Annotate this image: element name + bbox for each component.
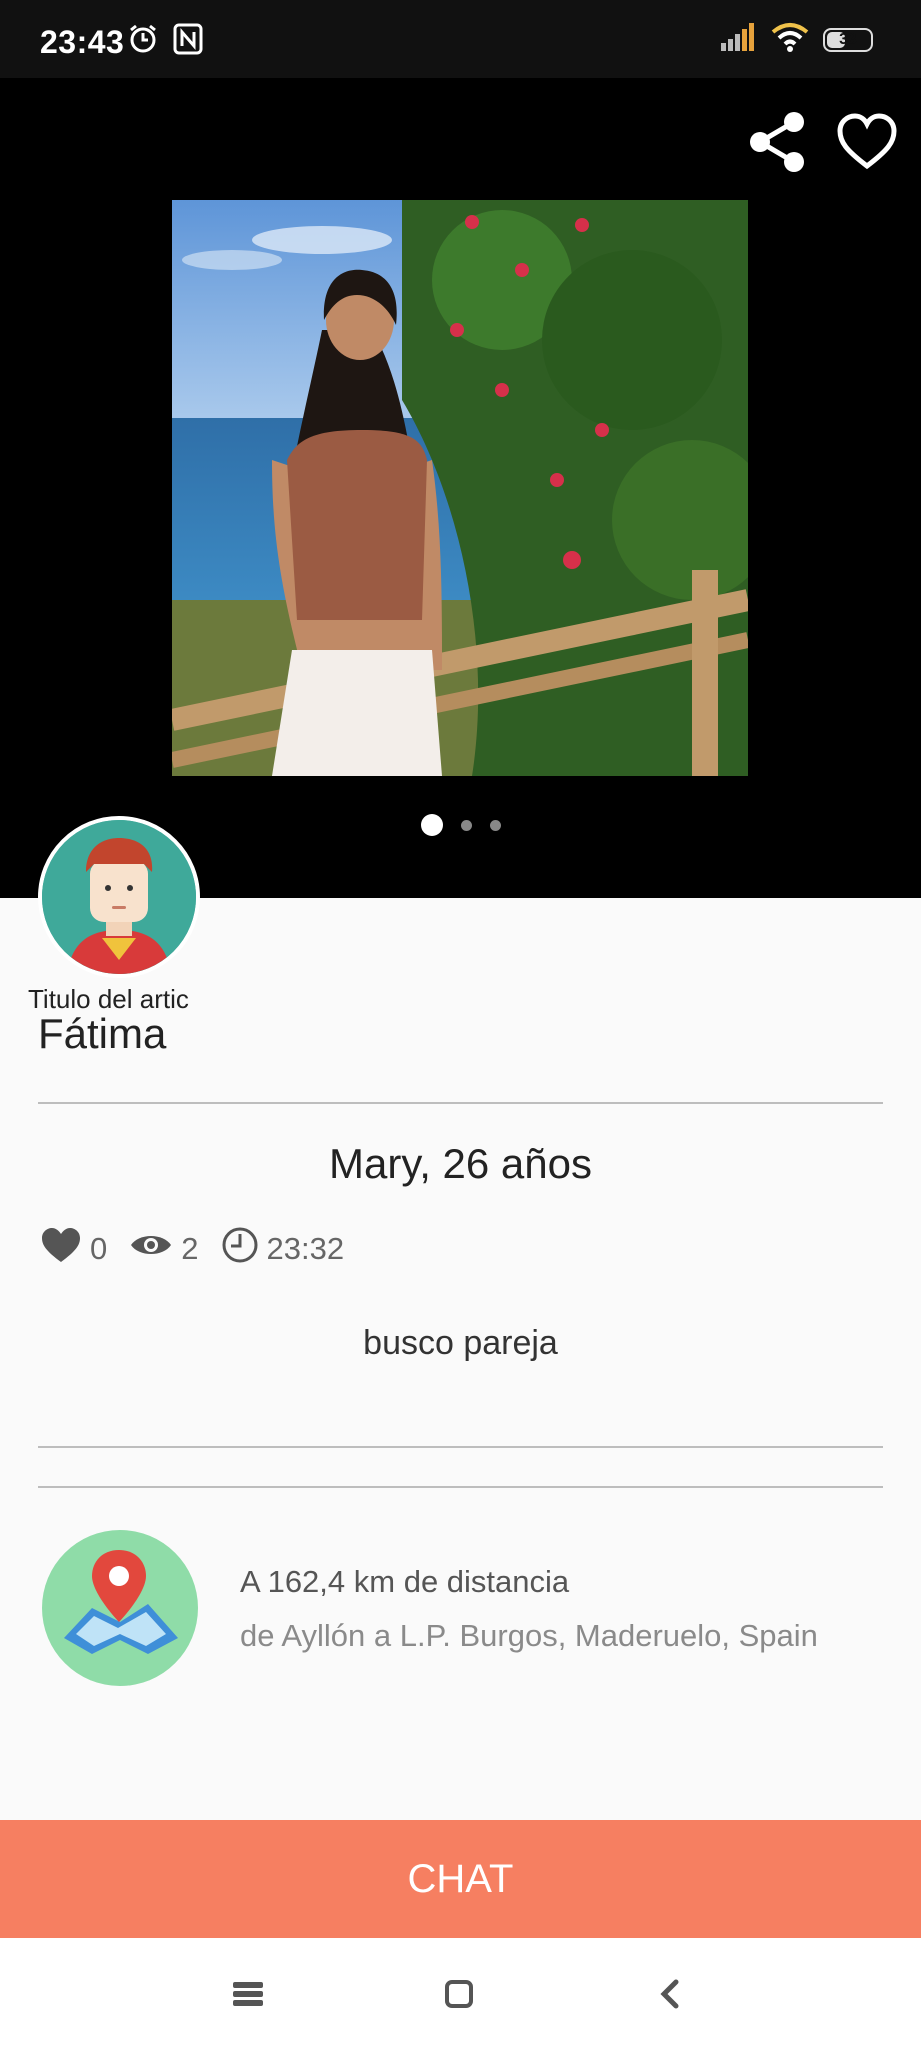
likes-count: 0	[90, 1231, 108, 1266]
battery-level: 33	[839, 30, 857, 48]
signal-icon	[721, 23, 757, 56]
home-icon[interactable]	[437, 1972, 481, 2016]
menu-icon[interactable]	[226, 1972, 270, 2016]
status-time: 23:43	[40, 24, 125, 60]
heart-icon	[40, 1226, 90, 1272]
divider	[38, 1102, 883, 1104]
post-description: busco pareja	[363, 1324, 558, 1362]
map-icon[interactable]	[42, 1530, 198, 1686]
alarm-icon	[126, 22, 160, 61]
likes-stat: 0	[40, 1226, 107, 1272]
back-icon[interactable]	[648, 1972, 692, 2016]
distance-text: A 162,4 km de distancia	[240, 1564, 570, 1599]
gallery-dot-2[interactable]	[460, 819, 472, 831]
gallery-dot-1[interactable]	[420, 814, 443, 836]
views-count: 2	[181, 1231, 199, 1266]
eye-icon	[129, 1230, 181, 1268]
gallery-dot-3[interactable]	[489, 819, 501, 831]
share-icon[interactable]	[748, 110, 808, 174]
location-text: de Ayllón a L.P. Burgos, Maderuelo, Spai…	[240, 1618, 818, 1653]
status-bar: 23:43 33	[0, 0, 921, 78]
post-time: 23:32	[266, 1231, 345, 1266]
battery-icon: 33	[823, 27, 873, 52]
chat-button[interactable]: CHAT	[0, 1820, 921, 1938]
views-stat: 2	[129, 1230, 199, 1268]
post-stats: 0 2 23:32	[40, 1226, 366, 1272]
user-name[interactable]: Fátima	[38, 1010, 166, 1058]
nfc-icon	[172, 22, 204, 61]
heart-outline-icon[interactable]	[836, 112, 898, 172]
post-title: Mary, 26 años	[328, 1140, 592, 1187]
divider	[38, 1446, 883, 1448]
clock-icon	[221, 1226, 267, 1272]
divider	[38, 1486, 883, 1488]
avatar[interactable]	[38, 816, 200, 978]
navigation-bar	[0, 1938, 921, 2048]
profile-photo[interactable]	[172, 200, 748, 776]
time-stat: 23:32	[221, 1226, 345, 1272]
wifi-icon	[771, 22, 809, 57]
